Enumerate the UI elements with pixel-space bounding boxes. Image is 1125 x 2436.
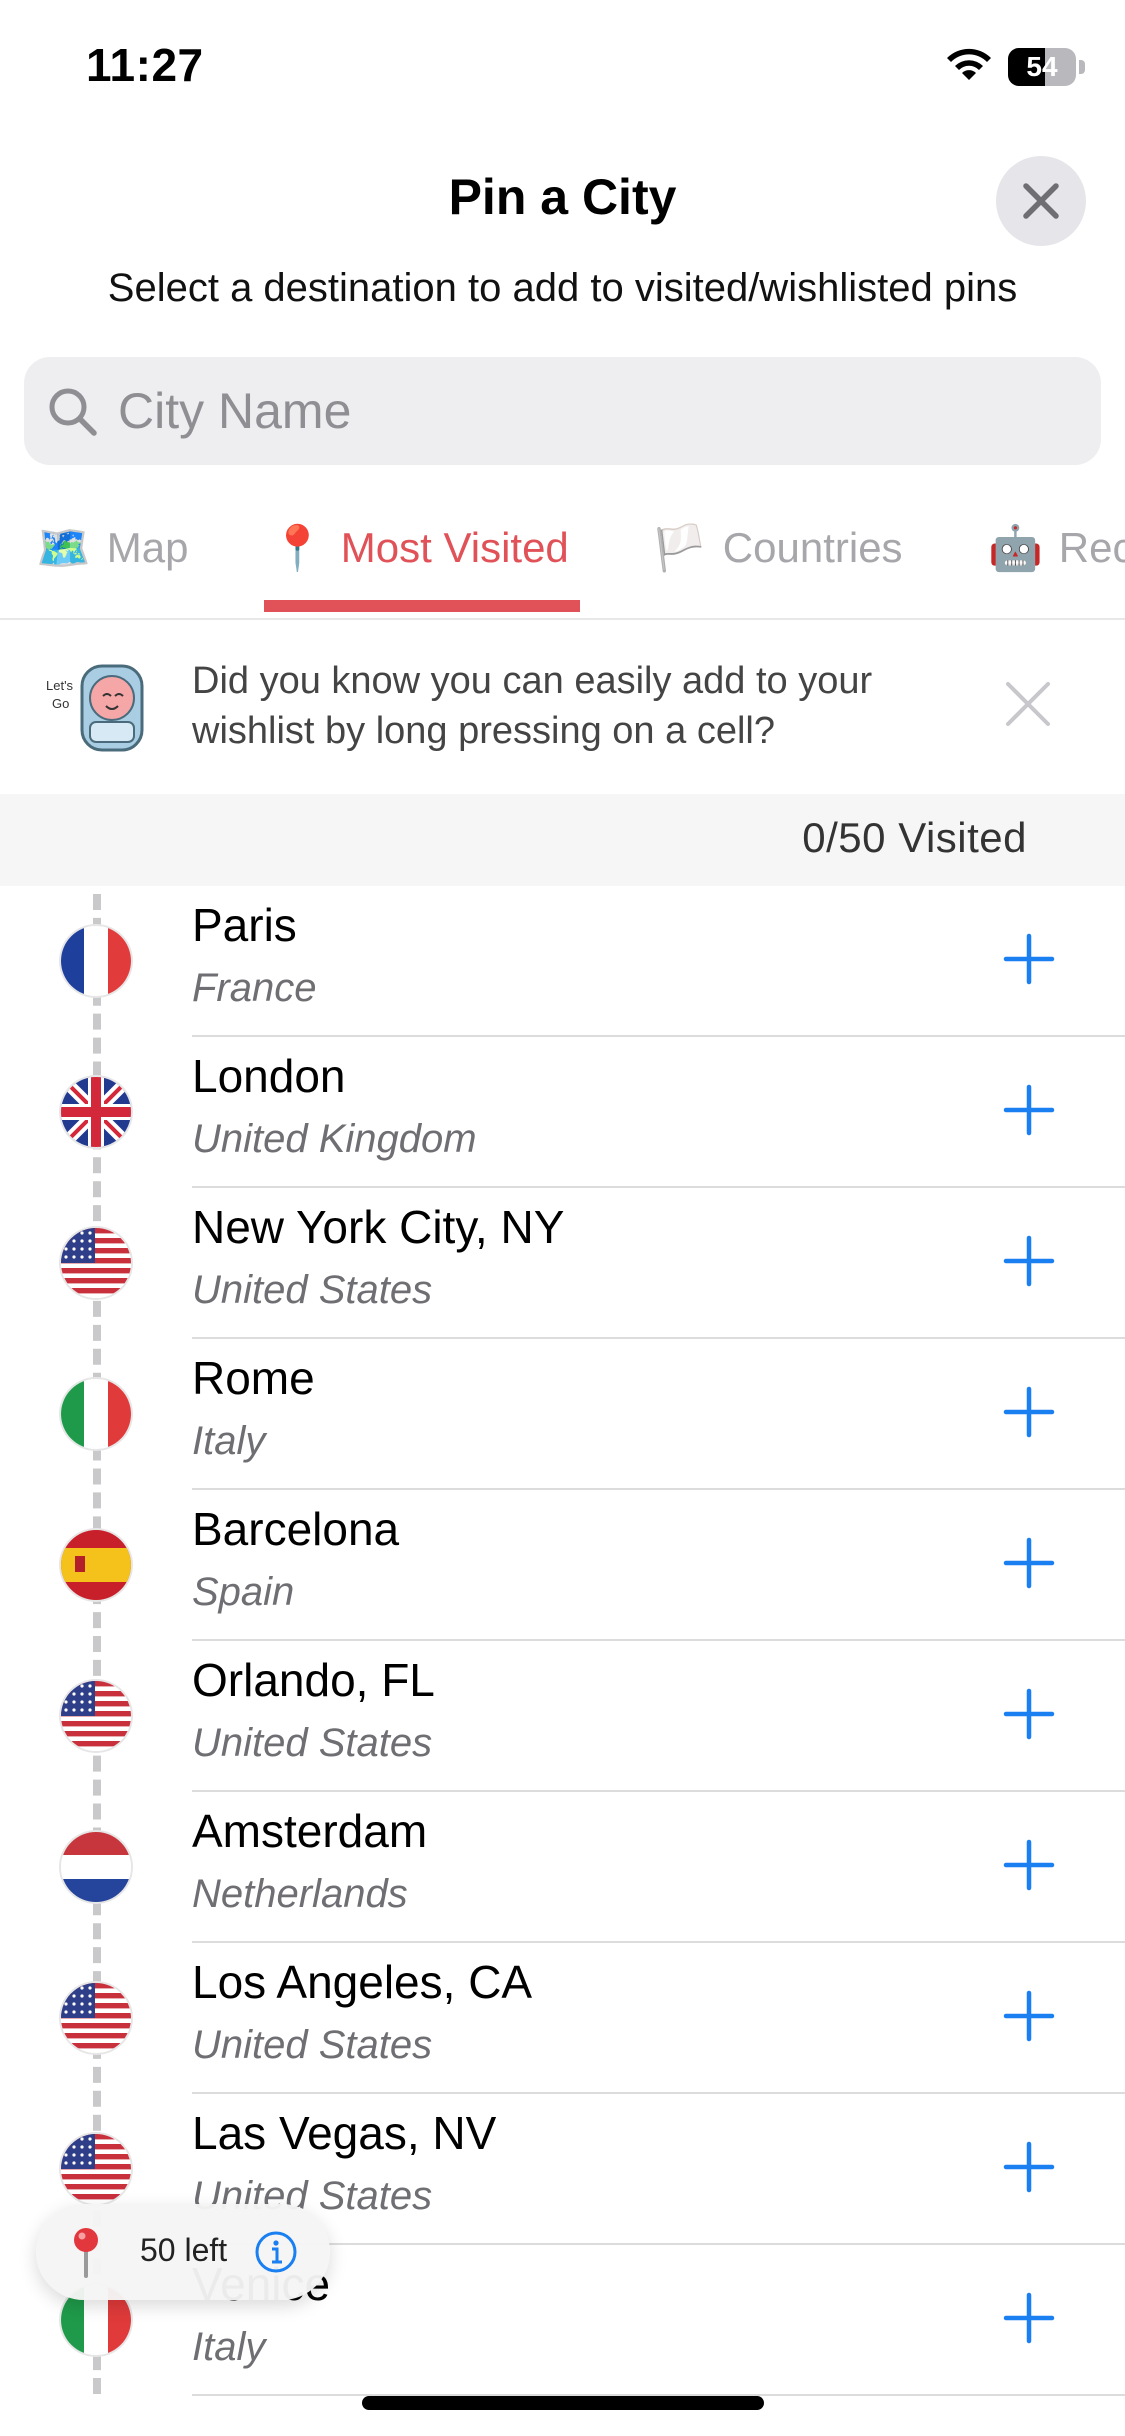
wifi-icon <box>947 48 991 80</box>
city-name: London <box>192 1050 346 1102</box>
search-icon <box>49 388 97 436</box>
city-name: New York City, NY <box>192 1201 565 1253</box>
list-item[interactable]: Rome Italy <box>0 1339 1125 1490</box>
country-name: United States <box>192 1268 433 1312</box>
country-name: Netherlands <box>192 1872 408 1916</box>
close-button[interactable] <box>996 156 1086 246</box>
tab-label: Rec <box>1058 524 1125 571</box>
info-icon[interactable] <box>254 2230 298 2274</box>
page-title: Pin a City <box>448 169 677 225</box>
city-name: Las Vegas, NV <box>192 2107 497 2159</box>
country-name: United States <box>192 2023 433 2067</box>
map-icon: 🗺️ <box>36 524 91 573</box>
visited-counter: 0/50 Visited <box>802 814 1027 861</box>
add-icon[interactable] <box>1000 1685 1058 1743</box>
status-time: 11:27 <box>86 39 204 91</box>
white-flag-icon: 🏳️ <box>652 524 707 573</box>
page-subtitle: Select a destination to add to visited/w… <box>107 266 1018 310</box>
city-name: Barcelona <box>192 1503 400 1555</box>
flag-it-icon <box>61 1379 131 1449</box>
city-name: Los Angeles, CA <box>192 1956 533 2008</box>
robot-icon: 🤖 <box>988 524 1043 573</box>
tab-label: Map <box>106 524 189 571</box>
list-item[interactable]: Paris France <box>0 886 1125 1037</box>
tab-bar: 🗺️ Map 📍 Most Visited 🏳️ Countries 🤖 Rec <box>0 490 1125 620</box>
add-icon[interactable] <box>1000 2138 1058 2196</box>
country-name: Spain <box>192 1570 295 1614</box>
list-item[interactable]: Orlando, FL United States <box>0 1641 1125 1792</box>
search-input[interactable] <box>118 371 1058 451</box>
list-item[interactable]: Barcelona Spain <box>0 1490 1125 1641</box>
flag-fr-icon <box>61 926 131 996</box>
flag-us-icon <box>61 1983 131 2053</box>
country-name: France <box>192 966 317 1010</box>
pin-icon: 📍 <box>270 524 325 573</box>
tip-text: Did you know you can easily add to your … <box>192 660 873 752</box>
tab-map[interactable]: 🗺️ Map <box>36 508 189 588</box>
tab-recommended[interactable]: 🤖 Rec <box>988 508 1125 588</box>
add-icon[interactable] <box>1000 1836 1058 1894</box>
tip-banner: Let's Go Did you know you can easily add… <box>0 620 1125 792</box>
add-icon[interactable] <box>1000 1232 1058 1290</box>
flag-us-icon <box>61 1681 131 1751</box>
add-icon[interactable] <box>1000 1987 1058 2045</box>
battery-level: 54 <box>1026 51 1058 82</box>
search-bar[interactable] <box>24 357 1101 465</box>
add-icon[interactable] <box>1000 2289 1058 2347</box>
list-item[interactable]: Amsterdam Netherlands <box>0 1792 1125 1943</box>
city-name: Amsterdam <box>192 1805 428 1857</box>
flag-nl-icon <box>61 1832 131 1902</box>
add-icon[interactable] <box>1000 930 1058 988</box>
country-name: United Kingdom <box>192 1117 477 1161</box>
flag-us-icon <box>61 2134 131 2204</box>
close-icon <box>1023 183 1059 219</box>
pins-left-badge[interactable]: 50 left <box>36 2204 330 2300</box>
pins-left-label: 50 left <box>140 2232 228 2268</box>
country-name: Italy <box>192 2325 266 2369</box>
close-icon[interactable] <box>1000 676 1056 732</box>
city-list[interactable]: Paris France London United Kingdom New York … <box>0 886 1125 2396</box>
svg-text:Let's: Let's <box>46 678 74 693</box>
list-item[interactable]: New York City, NY United States <box>0 1188 1125 1339</box>
city-name: Rome <box>192 1352 315 1404</box>
home-indicator <box>362 2396 764 2410</box>
country-name: United States <box>192 1721 433 1765</box>
add-icon[interactable] <box>1000 1383 1058 1441</box>
flag-gb-icon <box>61 1077 131 1147</box>
flag-es-icon <box>61 1530 131 1600</box>
mascot-icon: Let's Go <box>46 664 144 752</box>
city-name: Orlando, FL <box>192 1654 435 1706</box>
flag-us-icon <box>61 1228 131 1298</box>
tab-most-visited[interactable]: 📍 Most Visited <box>270 508 569 588</box>
country-name: Italy <box>192 1419 266 1463</box>
status-bar: 11:27 54 <box>0 0 1125 140</box>
city-name: Paris <box>192 899 297 951</box>
add-icon[interactable] <box>1000 1081 1058 1139</box>
tab-countries[interactable]: 🏳️ Countries <box>652 508 903 588</box>
tab-label: Most Visited <box>340 524 569 571</box>
tab-label: Countries <box>722 524 903 571</box>
visited-counter-bar: 0/50 Visited <box>0 794 1125 886</box>
list-item[interactable]: Los Angeles, CA United States <box>0 1943 1125 2094</box>
battery-icon: 54 <box>1008 48 1086 86</box>
svg-text:Go: Go <box>52 696 69 711</box>
list-item[interactable]: London United Kingdom <box>0 1037 1125 1188</box>
pin-icon <box>74 2228 98 2278</box>
add-icon[interactable] <box>1000 1534 1058 1592</box>
active-tab-indicator <box>264 600 580 612</box>
